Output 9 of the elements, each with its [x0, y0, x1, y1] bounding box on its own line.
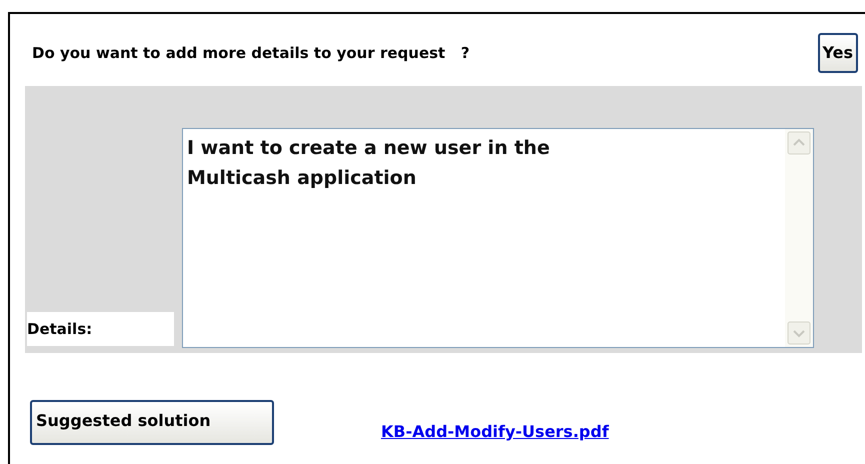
suggested-solution-button[interactable]: Suggested solution	[30, 400, 274, 445]
yes-button[interactable]: Yes	[818, 33, 858, 73]
question-text: Do you want to add more details to your request ?	[32, 42, 470, 64]
pdf-link[interactable]: KB-Add-Modify-Users.pdf	[381, 420, 609, 444]
scroll-up-icon[interactable]	[787, 131, 811, 155]
details-label: Details:	[27, 312, 174, 346]
details-textarea[interactable]: I want to create a new user in the Multicash application	[182, 128, 814, 348]
scroll-down-icon[interactable]	[787, 321, 811, 345]
scrollbar[interactable]	[785, 129, 813, 347]
